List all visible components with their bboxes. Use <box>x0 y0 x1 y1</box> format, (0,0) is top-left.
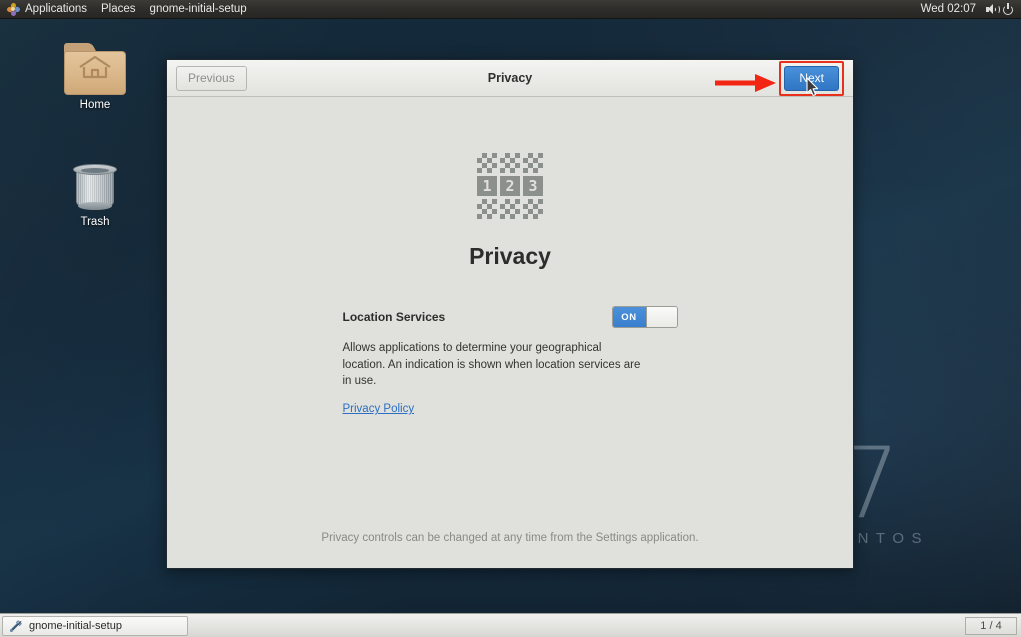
privacy-policy-link[interactable]: Privacy Policy <box>343 403 415 415</box>
gnome-initial-setup-window: Previous Privacy Next 1 2 3 Privacy Loca… <box>166 59 854 569</box>
bottom-taskbar: gnome-initial-setup 1 / 4 <box>0 613 1021 637</box>
location-services-toggle[interactable]: ON <box>611 306 678 328</box>
taskbar-window-label: gnome-initial-setup <box>29 619 122 632</box>
toggle-knob <box>645 307 677 327</box>
location-services-row: Location Services ON <box>343 306 678 328</box>
page-title: Privacy <box>469 243 551 269</box>
previous-button[interactable]: Previous <box>176 65 247 91</box>
privacy-icon-cell <box>477 199 497 219</box>
red-arrow-icon <box>715 73 777 92</box>
footer-note: Privacy controls can be changed at any t… <box>321 532 699 544</box>
menu-applications[interactable]: Applications <box>0 0 94 19</box>
settings-block: Location Services ON Allows applications… <box>343 306 678 417</box>
taskbar-window-button[interactable]: gnome-initial-setup <box>2 615 188 636</box>
menu-places-label: Places <box>101 3 136 15</box>
power-icon[interactable] <box>1002 2 1015 16</box>
privacy-icon-cell <box>523 199 543 219</box>
privacy-icon-digit-1: 1 <box>477 176 497 196</box>
desktop-icon-home[interactable]: Home <box>52 43 138 111</box>
window-titlebar: Previous Privacy Next <box>167 60 853 97</box>
menu-applications-label: Applications <box>25 3 88 15</box>
home-folder-icon <box>64 43 126 95</box>
panel-active-window-label: gnome-initial-setup <box>149 3 247 15</box>
panel-active-window[interactable]: gnome-initial-setup <box>143 0 254 19</box>
window-title: Privacy <box>487 71 533 85</box>
privacy-icon-cell <box>500 199 520 219</box>
privacy-icon-digit-3: 3 <box>523 176 543 196</box>
tools-icon <box>9 619 22 632</box>
location-services-label: Location Services <box>342 310 446 324</box>
menu-places[interactable]: Places <box>94 0 143 19</box>
screen-root: 7 ENTOS Applications Places gnome-initia… <box>0 0 1021 637</box>
trash-can-icon <box>71 162 119 212</box>
window-content: 1 2 3 Privacy Location Services ON Allow… <box>167 97 853 568</box>
panel-menu-group: Applications Places gnome-initial-setup <box>0 0 254 19</box>
desktop-icon-home-label: Home <box>79 99 111 111</box>
privacy-icon-digit-2: 2 <box>500 176 520 196</box>
privacy-pixel-icon: 1 2 3 <box>477 153 543 219</box>
privacy-icon-cell <box>477 153 497 173</box>
desktop-icon-trash-label: Trash <box>80 216 110 228</box>
gnome-foot-icon <box>6 2 21 16</box>
location-services-description: Allows applications to determine your ge… <box>342 342 641 388</box>
panel-status-group: Wed 02:07 <box>914 0 1021 19</box>
next-button[interactable]: Next <box>784 65 839 91</box>
workspace-indicator[interactable]: 1 / 4 <box>965 616 1017 635</box>
desktop-icon-trash[interactable]: Trash <box>52 162 138 228</box>
top-panel: Applications Places gnome-initial-setup … <box>0 0 1021 19</box>
toggle-state-label: ON <box>612 307 646 327</box>
house-glyph <box>79 55 111 79</box>
volume-icon[interactable] <box>985 3 1000 16</box>
privacy-icon-cell <box>523 153 543 173</box>
panel-clock[interactable]: Wed 02:07 <box>914 0 983 19</box>
privacy-icon-cell <box>500 153 520 173</box>
next-button-highlight: Next <box>715 60 844 96</box>
